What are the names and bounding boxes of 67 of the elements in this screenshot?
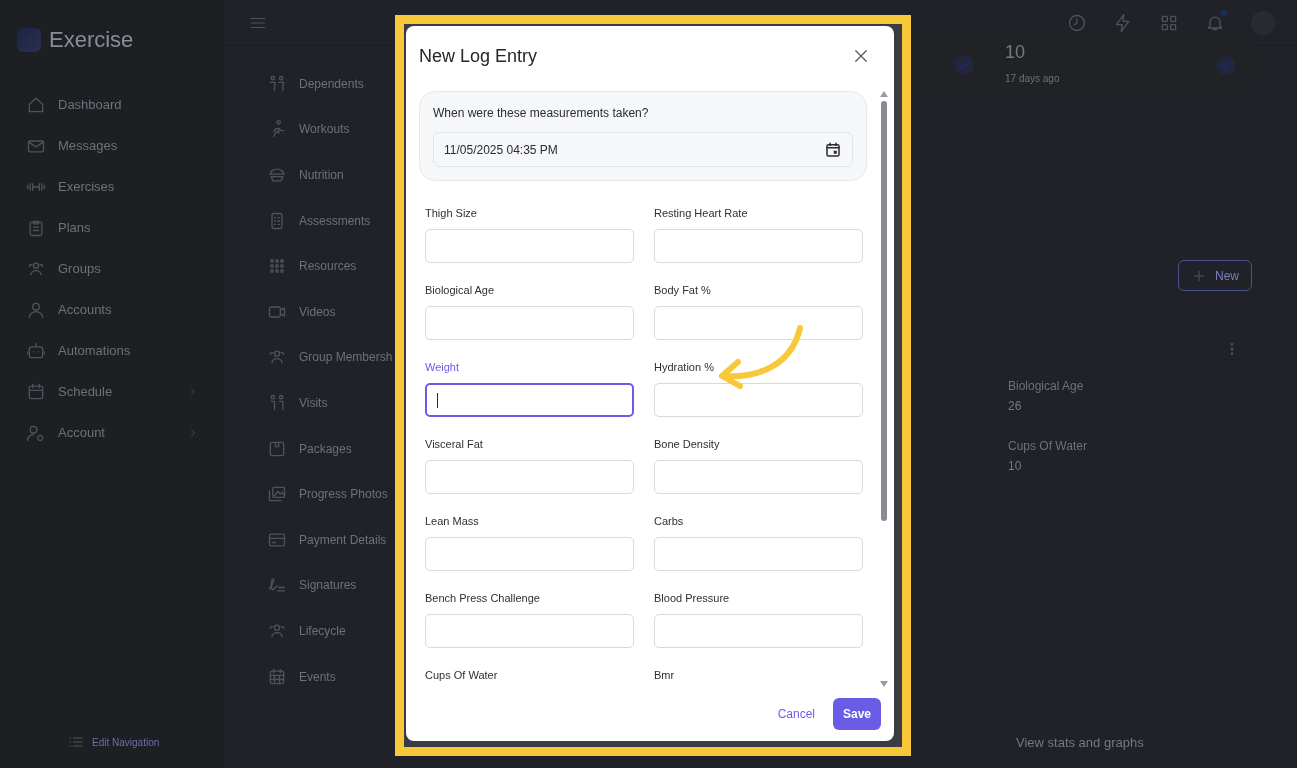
- sidebar-item[interactable]: Groups: [0, 248, 225, 289]
- field-label: Weight: [425, 361, 461, 375]
- cancel-button[interactable]: Cancel: [773, 703, 819, 725]
- new-button[interactable]: New: [1178, 260, 1252, 291]
- date-time-field[interactable]: 11/05/2025 04:35 PM: [433, 132, 853, 167]
- field-label: Resting Heart Rate: [654, 207, 749, 221]
- children-icon: [267, 73, 287, 94]
- sidebar-item[interactable]: Exercises: [0, 166, 225, 207]
- sidebar-item[interactable]: Messages: [0, 125, 225, 166]
- checkmark-icon: [1215, 54, 1237, 76]
- field-label: Visceral Fat: [425, 438, 484, 452]
- subnav-item[interactable]: Events: [267, 653, 336, 700]
- input-field[interactable]: [425, 383, 634, 417]
- field-label: Biological Age: [425, 284, 496, 298]
- field-label: Bone Density: [654, 438, 721, 452]
- calendar-grid-icon: [267, 666, 287, 687]
- modal-title: New Log Entry: [419, 45, 538, 67]
- scrollbar[interactable]: [880, 91, 888, 687]
- sidebar-item[interactable]: Dashboard: [0, 84, 225, 125]
- detail-value: 26: [1008, 399, 1023, 413]
- sidebar-item[interactable]: Account: [0, 412, 225, 453]
- scroll-down-icon[interactable]: [880, 681, 888, 687]
- list-icon: [68, 734, 84, 750]
- subnav-item[interactable]: Workouts: [267, 106, 350, 153]
- subnav-item[interactable]: Visits: [267, 380, 328, 426]
- clock-icon: [1067, 12, 1087, 33]
- field-label: Bench Press Challenge: [425, 592, 541, 606]
- subnav-item[interactable]: Group Membersh: [267, 334, 393, 381]
- text-cursor: [437, 392, 438, 408]
- subnav-item[interactable]: Progress Photos: [267, 471, 388, 517]
- sidebar-item[interactable]: Plans: [0, 207, 225, 248]
- field-label: Cups Of Water: [425, 669, 499, 683]
- field-label: Thigh Size: [425, 207, 478, 221]
- detail-value: 10: [1008, 459, 1023, 473]
- stats-link[interactable]: View stats and graphs: [1016, 735, 1144, 750]
- field-label: Blood Pressure: [654, 592, 731, 606]
- field-label: Body Fat %: [654, 284, 712, 298]
- logo-icon: [17, 28, 41, 52]
- subnav-item[interactable]: Packages: [267, 425, 352, 472]
- subnav-item[interactable]: Payment Details: [267, 516, 387, 563]
- subnav-item[interactable]: Lifecycle: [267, 608, 346, 654]
- edit-navigation-link[interactable]: Edit Navigation: [0, 734, 225, 750]
- calendar-icon: [26, 381, 46, 402]
- subnav-item[interactable]: Nutrition: [267, 152, 344, 198]
- save-button[interactable]: Save: [833, 698, 881, 730]
- date-prompt: When were these measurements taken?: [433, 106, 650, 120]
- sidebar-item[interactable]: Schedule: [0, 371, 225, 412]
- subnav-item[interactable]: Signatures: [267, 562, 357, 609]
- field-label: Hydration %: [654, 361, 715, 375]
- detail-label: Cups Of Water: [1008, 439, 1088, 453]
- detail-label: Biological Age: [1008, 379, 1085, 393]
- field-label: Carbs: [654, 515, 685, 529]
- field-label: Lean Mass: [425, 515, 480, 529]
- subnav-item[interactable]: Assessments: [267, 197, 371, 244]
- close-icon: [852, 47, 870, 65]
- summary-time: 17 days ago: [1005, 73, 1061, 84]
- sidebar-item[interactable]: Automations: [0, 330, 225, 371]
- subnav-item[interactable]: Dependents: [267, 61, 364, 107]
- summary-value: 10: [1005, 42, 1027, 63]
- checkmark-icon: [953, 54, 975, 76]
- sidebar-item[interactable]: Accounts: [0, 289, 225, 330]
- subnav-item[interactable]: Videos: [267, 288, 336, 335]
- subnav-item[interactable]: Resources: [267, 243, 357, 289]
- calendar-icon: [824, 140, 842, 159]
- app-logo-text: Exercise: [49, 27, 134, 53]
- robot-icon: [26, 340, 46, 361]
- field-label: Bmr: [654, 669, 676, 683]
